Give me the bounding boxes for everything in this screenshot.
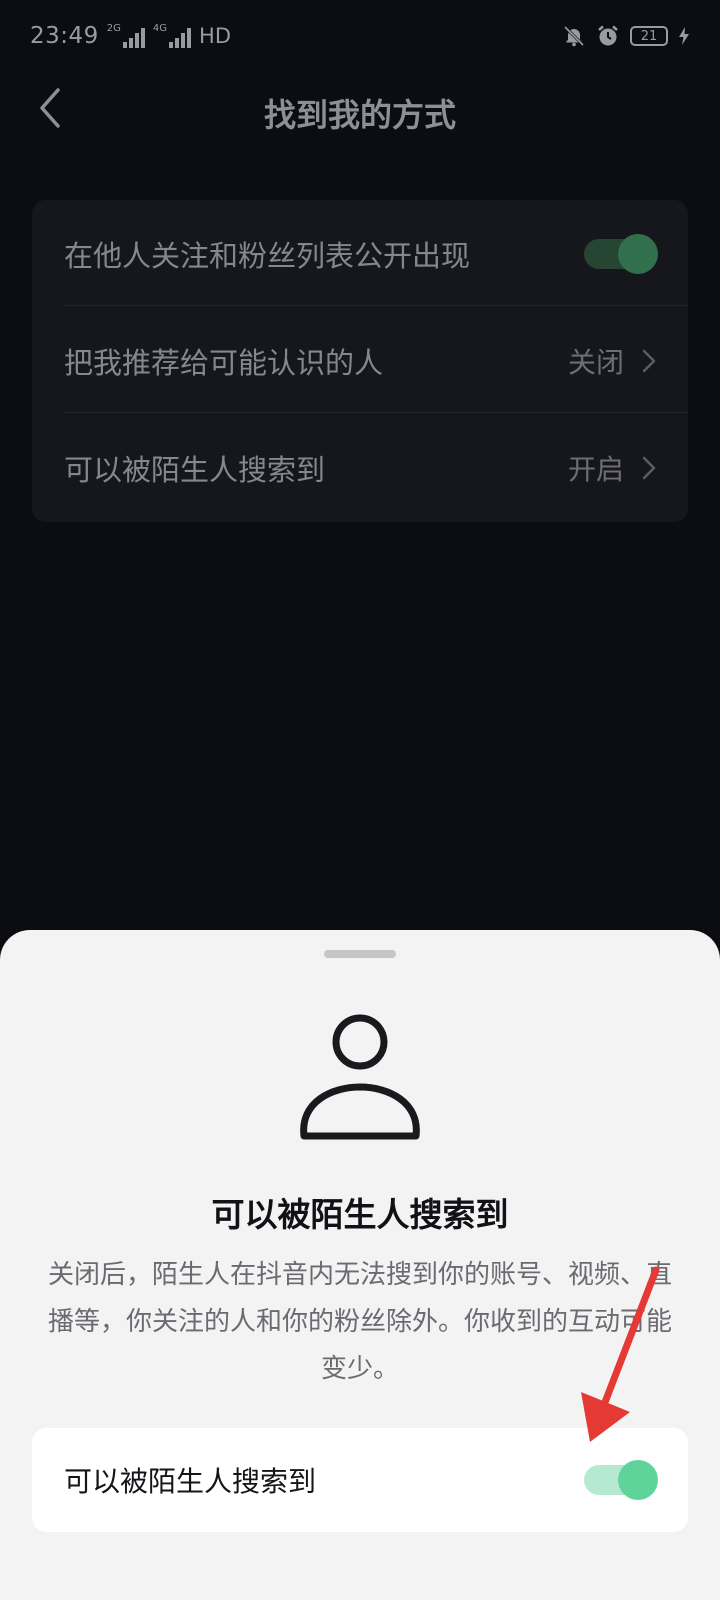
row-right: 关闭 bbox=[568, 341, 656, 381]
chevron-right-icon bbox=[642, 349, 656, 373]
setting-value: 关闭 bbox=[567, 345, 624, 379]
row-right bbox=[584, 233, 658, 274]
signal-bars-icon bbox=[122, 28, 145, 48]
charging-icon bbox=[679, 27, 689, 45]
searchable-option-card[interactable]: 可以被陌生人搜索到 bbox=[32, 1428, 688, 1532]
network-2g-label: 2G bbox=[106, 23, 121, 34]
setting-row-recommend[interactable]: 把我推荐给可能认识的人 关闭 bbox=[32, 307, 688, 414]
hd-label: HD bbox=[199, 24, 232, 48]
setting-label: 把我推荐给可能认识的人 bbox=[64, 345, 384, 380]
status-right: 21 bbox=[562, 24, 690, 48]
status-bar: 23:49 2G 4G HD 21 bbox=[0, 0, 720, 72]
setting-value: 开启 bbox=[567, 452, 624, 486]
bottom-sheet: 可以被陌生人搜索到 关闭后，陌生人在抖音内无法搜到你的账号、视频、直播等，你关注… bbox=[0, 930, 720, 1600]
status-time: 23:49 bbox=[30, 23, 99, 49]
row-divider bbox=[64, 412, 688, 413]
screen: 23:49 2G 4G HD 21 找到我的方式 在他人关注和粉丝列表公开出现 … bbox=[0, 0, 720, 1600]
sheet-title: 可以被陌生人搜索到 bbox=[211, 1195, 509, 1234]
person-icon bbox=[300, 1014, 420, 1140]
signal-bars-icon bbox=[169, 28, 192, 48]
setting-label: 在他人关注和粉丝列表公开出现 bbox=[64, 238, 471, 273]
alarm-icon bbox=[598, 25, 618, 46]
setting-label: 可以被陌生人搜索到 bbox=[64, 452, 326, 487]
battery-level: 21 bbox=[640, 28, 658, 44]
network-4g-indicator: 4G bbox=[152, 23, 192, 48]
setting-row-public-list[interactable]: 在他人关注和粉丝列表公开出现 bbox=[32, 200, 688, 307]
sheet-grabber[interactable] bbox=[324, 950, 396, 958]
public-list-toggle[interactable] bbox=[584, 233, 658, 274]
status-left: 23:49 2G 4G HD bbox=[30, 23, 231, 49]
settings-card: 在他人关注和粉丝列表公开出现 把我推荐给可能认识的人 关闭 可以被陌生人搜索到 … bbox=[32, 200, 688, 522]
battery-icon: 21 bbox=[630, 26, 668, 46]
row-divider bbox=[64, 305, 688, 306]
toggle-knob bbox=[618, 233, 658, 274]
row-right: 开启 bbox=[568, 448, 656, 488]
mute-bell-icon bbox=[563, 25, 585, 47]
network-4g-label: 4G bbox=[152, 23, 168, 34]
searchable-toggle[interactable] bbox=[584, 1460, 658, 1500]
nav-bar: 找到我的方式 bbox=[0, 72, 720, 144]
option-label: 可以被陌生人搜索到 bbox=[64, 1465, 317, 1498]
page-title: 找到我的方式 bbox=[263, 96, 456, 134]
setting-row-searchable[interactable]: 可以被陌生人搜索到 开启 bbox=[32, 414, 688, 521]
chevron-right-icon bbox=[642, 456, 656, 480]
network-2g-indicator: 2G bbox=[107, 24, 145, 48]
sheet-description: 关闭后，陌生人在抖音内无法搜到你的账号、视频、直播等，你关注的人和你的粉丝除外。… bbox=[47, 1260, 672, 1384]
toggle-knob bbox=[618, 1460, 658, 1500]
